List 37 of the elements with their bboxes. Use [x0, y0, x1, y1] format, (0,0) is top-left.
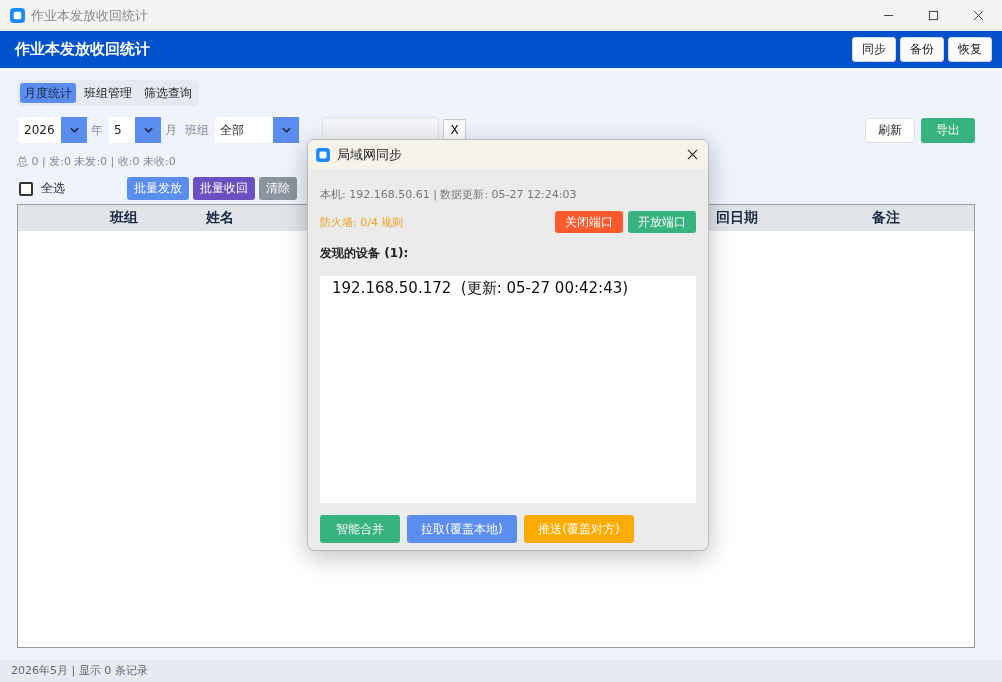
firewall-status: 防火墙: 0/4 规则 — [320, 214, 404, 230]
header-button[interactable]: 同步 — [852, 37, 896, 62]
dialog-title: 局域网同步 — [337, 145, 402, 164]
tab[interactable]: 月度统计 — [20, 83, 76, 103]
filter-label: 班组 — [185, 121, 209, 139]
status-bar: 2026年5月 | 显示 0 条记录 — [0, 660, 1002, 682]
devices-heading: 发现的设备 (1): — [320, 245, 410, 262]
app-icon — [316, 147, 330, 162]
app-title: 作业本发放收回统计 — [15, 40, 150, 59]
chevron-down-icon[interactable] — [143, 127, 153, 133]
chevron-down-icon[interactable] — [69, 127, 79, 133]
close-icon[interactable] — [687, 149, 698, 160]
tab[interactable]: 筛选查询 — [140, 83, 196, 103]
dropdown[interactable]: 2026 — [19, 117, 87, 143]
header-button[interactable]: 备份 — [900, 37, 944, 62]
header-button[interactable]: 恢复 — [948, 37, 992, 62]
summary-text: 总 0 | 发:0 未发:0 | 收:0 未收:0 — [17, 154, 176, 169]
column-header[interactable]: 班组 — [18, 209, 190, 227]
batch-button[interactable]: 批量收回 — [193, 177, 255, 200]
tab[interactable]: 班组管理 — [80, 83, 136, 103]
chevron-down-icon[interactable] — [281, 127, 291, 133]
refresh-button[interactable]: 刷新 — [865, 117, 915, 143]
unit-label: 年 — [91, 121, 103, 139]
close-icon[interactable] — [973, 10, 984, 21]
app-icon — [10, 8, 25, 23]
clear-button[interactable]: X — [443, 119, 466, 141]
unit-label: 月 — [165, 121, 177, 139]
host-info: 本机: 192.168.50.61 | 数据更新: 05-27 12:24:03 — [320, 187, 578, 202]
maximize-icon[interactable] — [928, 10, 939, 21]
checkbox[interactable] — [19, 181, 33, 196]
dropdown[interactable]: 全部 — [215, 117, 299, 143]
checkbox-label: 全选 — [41, 180, 65, 197]
device-item[interactable]: 192.168.50.172 (更新: 05-27 00:42:43) — [332, 279, 684, 298]
column-header[interactable]: 备注 — [768, 209, 974, 227]
dropdown[interactable]: 5 — [109, 117, 161, 143]
window-title: 作业本发放收回统计 — [31, 6, 148, 25]
column-header[interactable]: 姓名 — [190, 209, 250, 227]
